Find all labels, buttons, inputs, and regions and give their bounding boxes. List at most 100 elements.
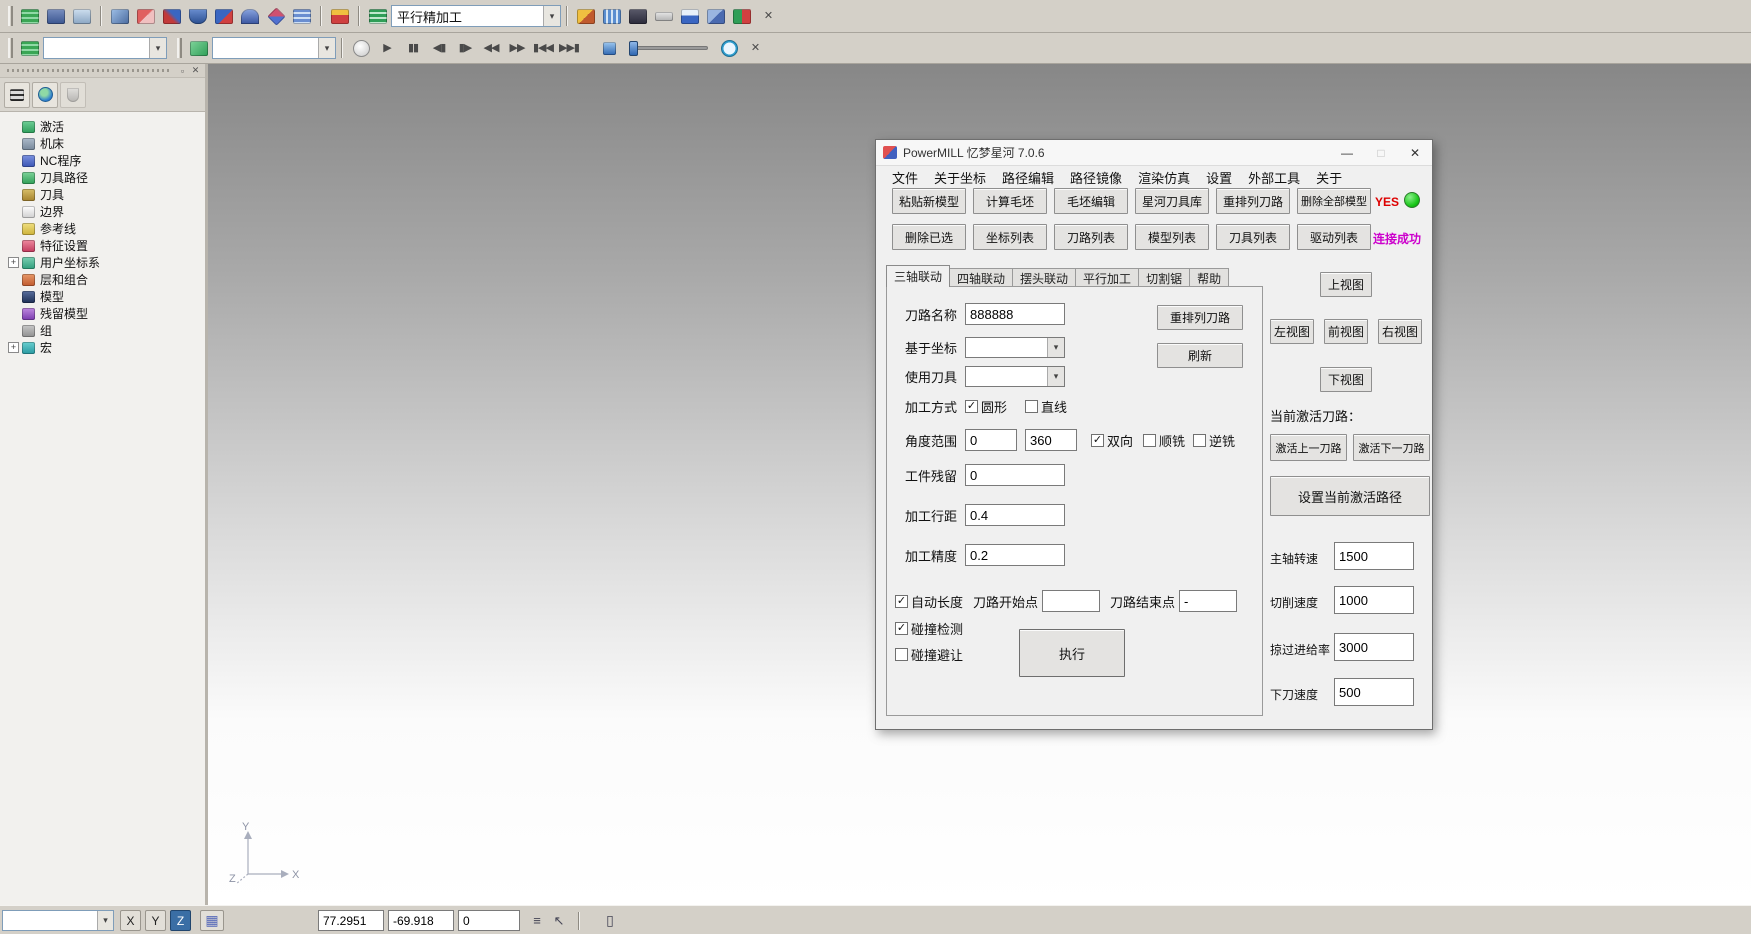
magnet-icon[interactable] — [185, 4, 211, 28]
step-back-icon[interactable]: ◀▮ — [426, 36, 452, 60]
tab-3axis[interactable]: 三轴联动 — [886, 265, 950, 287]
toolpath-name-input[interactable] — [965, 303, 1065, 325]
curve-edit-icon[interactable] — [211, 4, 237, 28]
tree-item-macros[interactable]: +宏 — [2, 339, 203, 356]
play-icon[interactable]: ▶ — [374, 36, 400, 60]
right-view-button[interactable]: 右视图 — [1378, 319, 1422, 344]
transform-icon[interactable] — [159, 4, 185, 28]
maximize-button[interactable]: □ — [1364, 140, 1398, 165]
toolpath-list-button[interactable]: 刀路列表 — [1054, 224, 1128, 250]
stock-edit-button[interactable]: 毛坯编辑 — [1054, 188, 1128, 214]
diamond-tool-icon[interactable] — [263, 4, 289, 28]
ruler-icon[interactable] — [651, 4, 677, 28]
binoculars-icon[interactable] — [729, 4, 755, 28]
grid-toggle-icon[interactable]: ▦ — [200, 910, 224, 931]
rewind-icon[interactable]: ◀◀ — [478, 36, 504, 60]
strategy-select[interactable]: 平行精加工 ▾ — [391, 5, 561, 27]
line-checkbox[interactable]: 直线 — [1025, 397, 1067, 416]
pause-icon[interactable]: ▮▮ — [400, 36, 426, 60]
measure-angle-icon[interactable] — [133, 4, 159, 28]
z-axis-button[interactable]: Z — [170, 910, 191, 931]
tab-parallel[interactable]: 平行加工 — [1075, 268, 1139, 287]
rearrange-button[interactable]: 重排列刀路 — [1157, 305, 1243, 330]
tab-saw[interactable]: 切割锯 — [1138, 268, 1190, 287]
base-coord-select[interactable]: ▾ — [965, 337, 1065, 358]
coord-list-button[interactable]: 坐标列表 — [973, 224, 1047, 250]
scissors-icon[interactable] — [703, 4, 729, 28]
activate-next-button[interactable]: 激活下一刀路 — [1353, 434, 1430, 461]
clock-icon[interactable] — [716, 36, 742, 60]
conventional-checkbox[interactable]: 逆铣 — [1193, 431, 1235, 450]
model-list-button[interactable]: 模型列表 — [1135, 224, 1209, 250]
tree-item-models[interactable]: 模型 — [2, 288, 203, 305]
cursor-x-input[interactable] — [318, 910, 384, 931]
slider-thumb[interactable] — [629, 41, 638, 56]
globe-icon[interactable] — [32, 82, 58, 108]
tree-item-toolpaths[interactable]: 刀具路径 — [2, 169, 203, 186]
circle-checkbox[interactable]: ✓ 圆形 — [965, 397, 1007, 416]
delete-selected-button[interactable]: 删除已选 — [892, 224, 966, 250]
simulation-speed-slider[interactable] — [630, 46, 708, 50]
print-icon[interactable] — [69, 4, 95, 28]
y-axis-button[interactable]: Y — [145, 910, 166, 931]
toolpath-select[interactable]: ▾ — [43, 37, 167, 59]
tree-item-levels-sets[interactable]: 层和组合 — [2, 271, 203, 288]
menu-external-tools[interactable]: 外部工具 — [1240, 166, 1308, 189]
menu-about[interactable]: 关于 — [1308, 166, 1350, 189]
stepover-input[interactable] — [965, 504, 1065, 526]
drive-list-button[interactable]: 驱动列表 — [1297, 224, 1371, 250]
menu-render-sim[interactable]: 渲染仿真 — [1130, 166, 1198, 189]
calculator-icon[interactable] — [625, 4, 651, 28]
tree-item-stock-models[interactable]: 残留模型 — [2, 305, 203, 322]
menu-file[interactable]: 文件 — [884, 166, 926, 189]
pointer-mode-icon[interactable]: ↖ — [550, 910, 568, 931]
tool-select-toolbar[interactable]: ▾ — [212, 37, 336, 59]
screen-mode-icon[interactable]: ▯ — [600, 910, 620, 931]
view-preset-select[interactable]: ▾ — [2, 910, 114, 931]
collision-check-checkbox[interactable]: ✓ 碰撞检测 — [895, 619, 963, 638]
skip-end-icon[interactable]: ▶▶▮ — [556, 36, 582, 60]
axe-tool-icon[interactable] — [573, 4, 599, 28]
menu-path-edit[interactable]: 路径编辑 — [994, 166, 1062, 189]
toolbar-grip[interactable] — [177, 38, 182, 58]
menu-settings[interactable]: 设置 — [1198, 166, 1240, 189]
panel-drag-handle[interactable] — [7, 69, 172, 72]
tree-item-groups[interactable]: 组 — [2, 322, 203, 339]
stack-copy-icon[interactable] — [289, 4, 315, 28]
stats-chart-icon[interactable] — [677, 4, 703, 28]
expand-icon[interactable]: + — [8, 342, 19, 353]
spindle-speed-input[interactable] — [1334, 542, 1414, 570]
cursor-y-input[interactable] — [388, 910, 454, 931]
cursor-z-input[interactable] — [458, 910, 520, 931]
toolbar2-close-icon[interactable]: ✕ — [742, 36, 768, 60]
front-view-button[interactable]: 前视图 — [1324, 319, 1368, 344]
climb-checkbox[interactable]: 顺铣 — [1143, 431, 1185, 450]
model-layers-icon[interactable] — [17, 4, 43, 28]
panel-float-icon[interactable]: ▫ — [176, 66, 189, 76]
tree-item-machine[interactable]: 机床 — [2, 135, 203, 152]
bidirectional-checkbox[interactable]: ✓ 双向 — [1091, 431, 1133, 450]
menu-path-mirror[interactable]: 路径镜像 — [1062, 166, 1130, 189]
tree-item-patterns[interactable]: 参考线 — [2, 220, 203, 237]
tab-swivel-head[interactable]: 摆头联动 — [1012, 268, 1076, 287]
fast-forward-icon[interactable]: ▶▶ — [504, 36, 530, 60]
stock-allowance-input[interactable] — [965, 464, 1065, 486]
tab-help[interactable]: 帮助 — [1189, 268, 1229, 287]
close-button[interactable]: ✕ — [1398, 140, 1432, 165]
execute-button[interactable]: 执行 — [1019, 629, 1125, 677]
download-arrow-icon[interactable] — [327, 4, 353, 28]
toolbar-grip[interactable] — [8, 38, 13, 58]
tolerance-input[interactable] — [965, 544, 1065, 566]
tab-4axis[interactable]: 四轴联动 — [949, 268, 1013, 287]
clamp-icon[interactable] — [237, 4, 263, 28]
end-point-input[interactable] — [1179, 590, 1237, 612]
refresh-button[interactable]: 刷新 — [1157, 343, 1243, 368]
expand-icon[interactable]: + — [8, 257, 19, 268]
cutting-feed-input[interactable] — [1334, 586, 1414, 614]
tree-item-nc-programs[interactable]: NC程序 — [2, 152, 203, 169]
skip-start-icon[interactable]: ▮◀◀ — [530, 36, 556, 60]
set-active-path-button[interactable]: 设置当前激活路径 — [1270, 476, 1430, 516]
auto-length-checkbox[interactable]: ✓ 自动长度 — [895, 592, 963, 611]
plunge-feed-input[interactable] — [1334, 678, 1414, 706]
tree-item-feature-sets[interactable]: 特征设置 — [2, 237, 203, 254]
